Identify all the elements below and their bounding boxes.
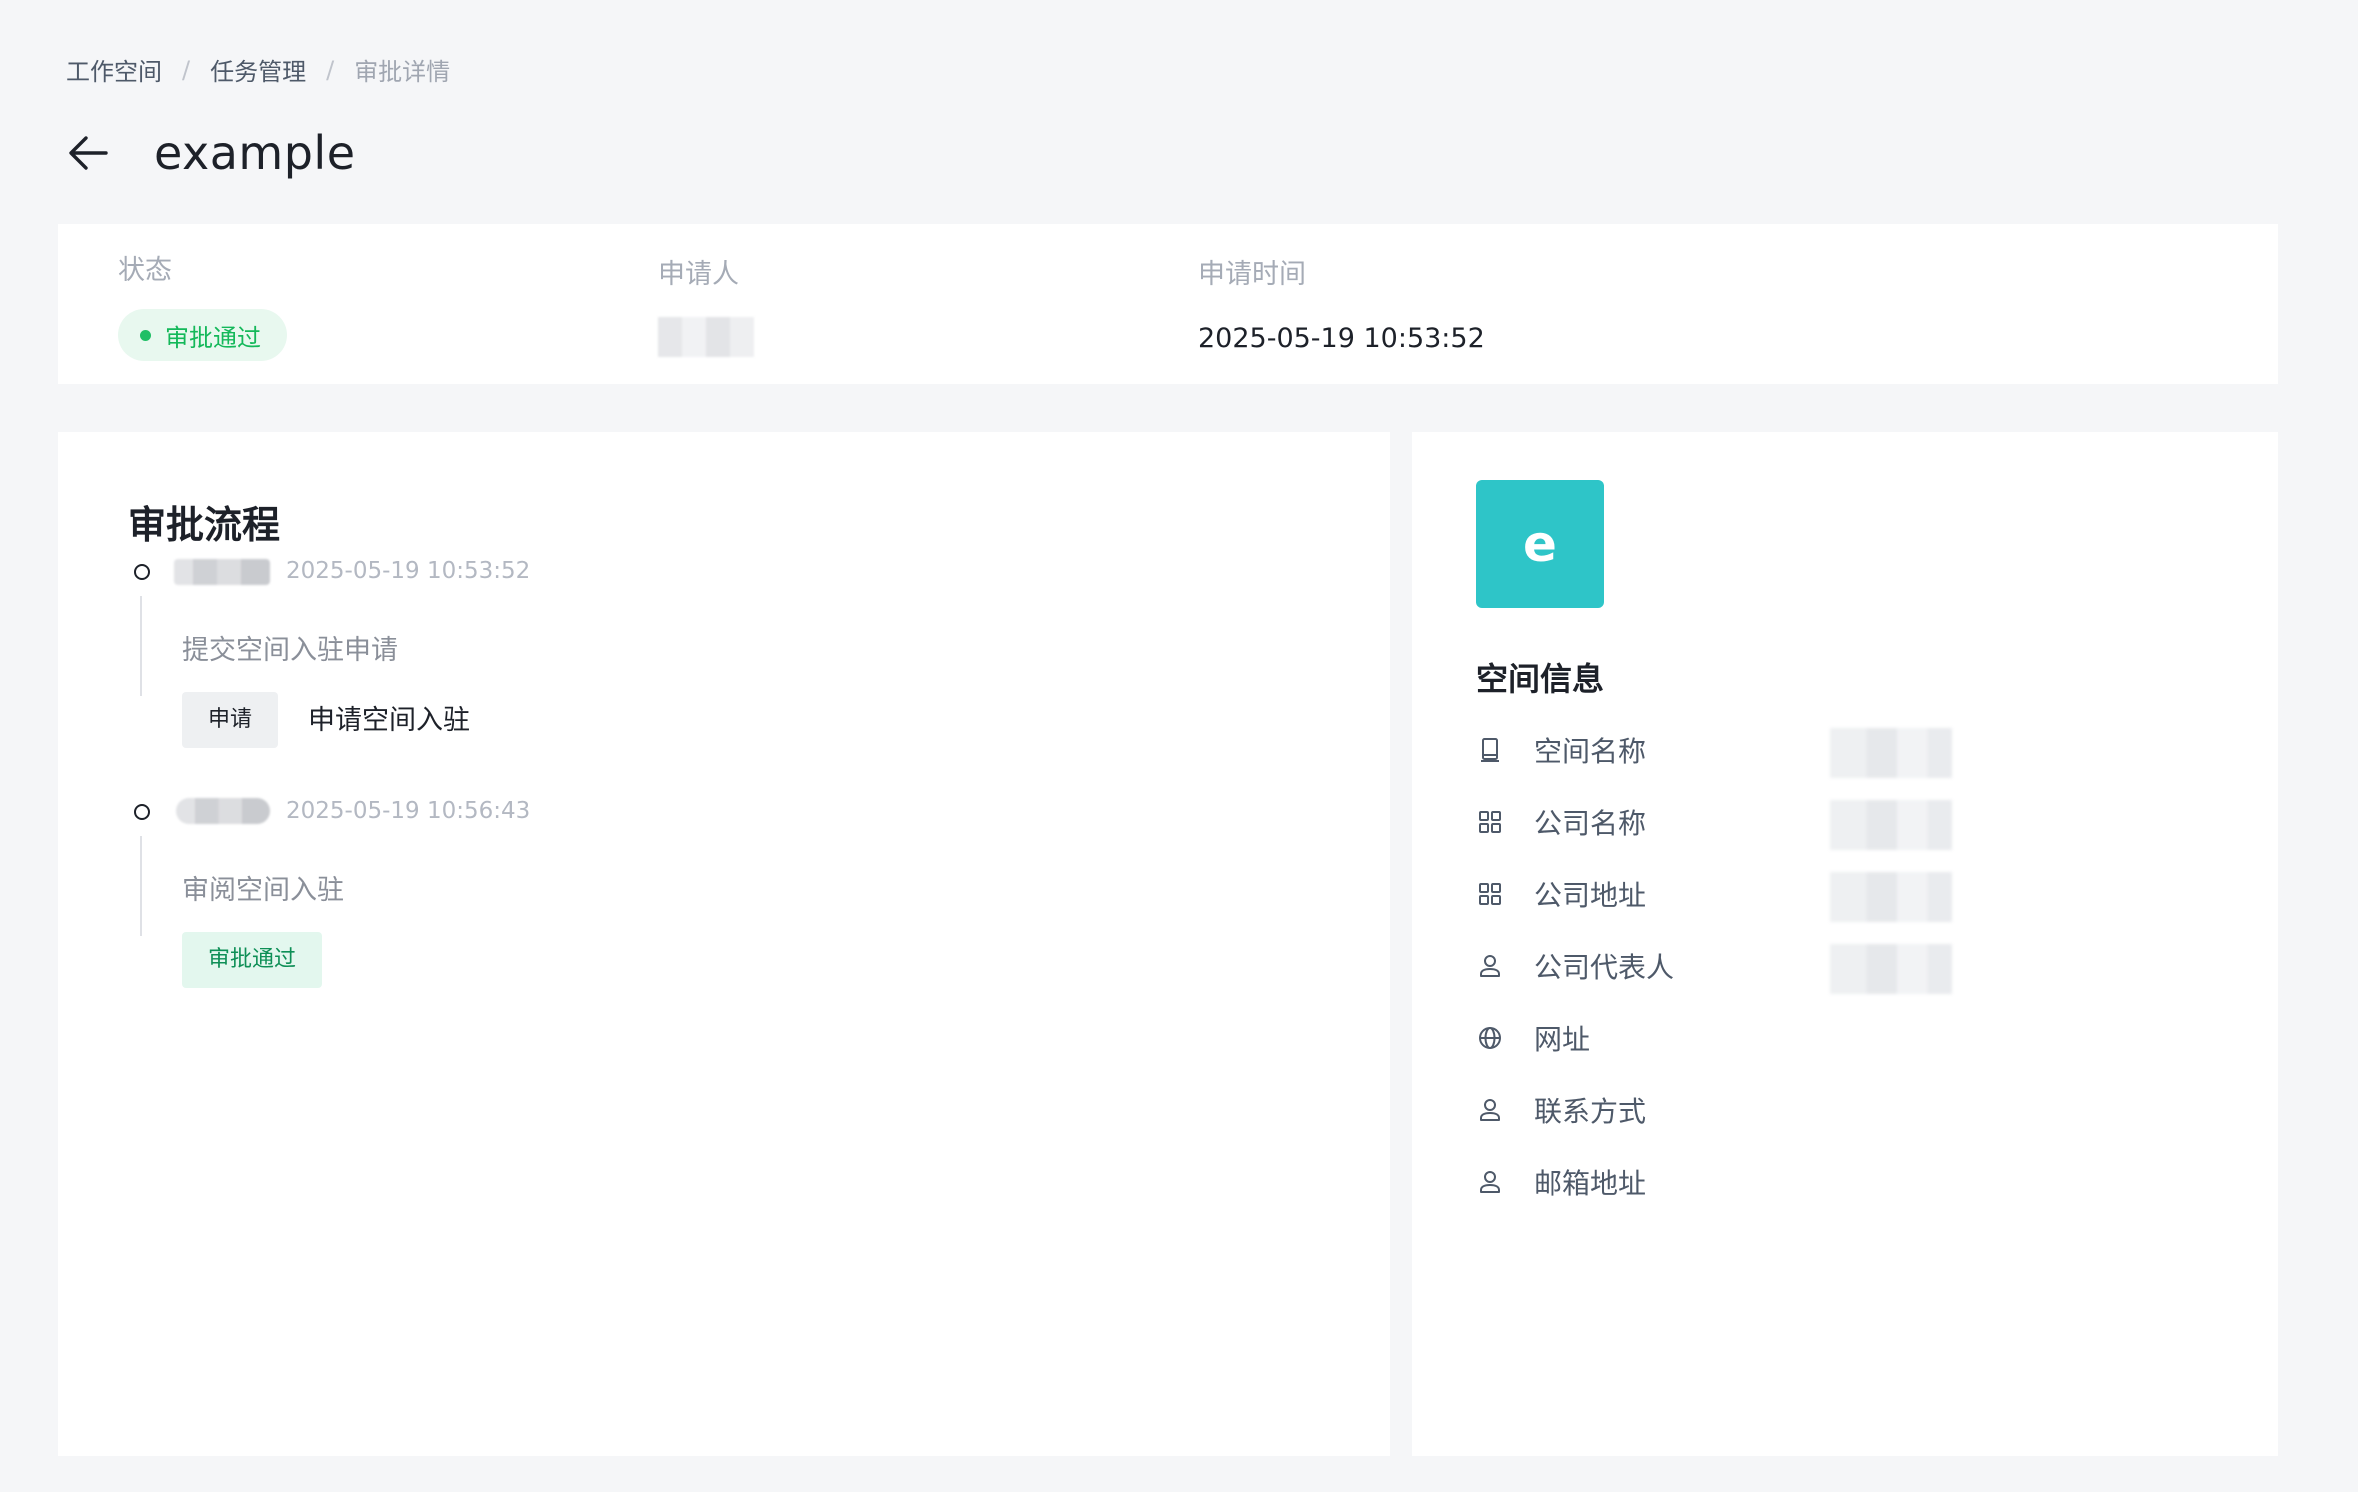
- info-label: 联系方式: [1534, 1095, 1647, 1128]
- timeline-user-redacted: [176, 798, 270, 824]
- timeline-connector: [140, 596, 142, 696]
- page-title: example: [154, 126, 356, 180]
- timeline-node-dot: [134, 804, 150, 820]
- applicant-label: 申请人: [658, 259, 739, 290]
- summary-panel: 状态 审批通过 申请人 申请时间 2025-05-19 10:53:52: [58, 224, 2278, 384]
- space-info-card: e 空间信息 空间名称 公司名称 公司地址 公司代表人 网址 联系方式 邮箱地址: [1412, 432, 2278, 1456]
- timeline-node-time: 2025-05-19 10:56:43: [286, 798, 531, 824]
- info-value-redacted: [1830, 728, 1952, 778]
- info-value-redacted: [1830, 800, 1952, 850]
- status-badge-text: 审批通过: [165, 323, 261, 352]
- timeline-node-time: 2025-05-19 10:53:52: [286, 558, 531, 584]
- user-icon: [1480, 955, 1500, 977]
- info-row-company-address: 公司地址: [1476, 874, 1646, 914]
- status-dot-icon: [140, 329, 151, 341]
- time-column: 申请时间 2025-05-19 10:53:52: [1198, 252, 1485, 354]
- info-label: 公司名称: [1534, 807, 1647, 840]
- info-row-email: 邮箱地址: [1476, 1162, 1646, 1202]
- apply-tag-text: 申请空间入驻: [308, 705, 470, 736]
- space-info-title: 空间信息: [1476, 660, 1605, 698]
- info-label: 邮箱地址: [1534, 1167, 1647, 1200]
- timeline-user-redacted: [174, 559, 270, 585]
- info-value-redacted: [1830, 872, 1952, 922]
- status-column: 状态 审批通过: [118, 248, 287, 361]
- apply-time-value: 2025-05-19 10:53:52: [1198, 323, 1485, 354]
- arrow-left-icon[interactable]: [64, 129, 112, 177]
- info-label: 网址: [1534, 1023, 1591, 1056]
- breadcrumb: 工作空间 / 任务管理 / 审批详情: [66, 52, 450, 87]
- user-icon: [1480, 1099, 1500, 1121]
- breadcrumb-item-current: 审批详情: [354, 58, 451, 86]
- info-row-contact: 联系方式: [1476, 1090, 1646, 1130]
- page-header: example: [64, 126, 356, 180]
- status-label: 状态: [118, 255, 172, 286]
- breadcrumb-separator: /: [182, 55, 191, 84]
- info-row-company-name: 公司名称: [1476, 802, 1646, 842]
- grid-icon: [1479, 883, 1501, 905]
- approval-flow-card: 审批流程 2025-05-19 10:53:52 提交空间入驻申请 申请 申请空…: [58, 432, 1390, 1456]
- breadcrumb-item-workspace[interactable]: 工作空间: [66, 52, 162, 87]
- approved-tag: 审批通过: [182, 932, 323, 988]
- apply-tag: 申请: [182, 692, 279, 748]
- breadcrumb-item-tasks[interactable]: 任务管理: [210, 52, 306, 87]
- breadcrumb-separator: /: [326, 55, 335, 84]
- applicant-name-redacted: [658, 317, 754, 357]
- flow-title: 审批流程: [128, 503, 281, 547]
- globe-icon: [1479, 1027, 1501, 1049]
- timeline-node-dot: [134, 564, 150, 580]
- info-row-company-rep: 公司代表人: [1476, 946, 1674, 986]
- info-label: 公司代表人: [1534, 951, 1675, 984]
- info-value-redacted: [1830, 944, 1952, 994]
- grid-icon: [1479, 811, 1501, 833]
- info-row-website: 网址: [1476, 1018, 1590, 1058]
- timeline-node-desc: 提交空间入驻申请: [182, 635, 398, 666]
- user-icon: [1480, 1171, 1500, 1193]
- space-avatar: e: [1476, 480, 1604, 608]
- applicant-column: 申请人: [658, 252, 754, 357]
- info-row-space-name: 空间名称: [1476, 730, 1646, 770]
- timeline-connector: [140, 836, 142, 936]
- info-label: 空间名称: [1534, 735, 1647, 768]
- apply-time-label: 申请时间: [1198, 259, 1306, 290]
- status-badge: 审批通过: [118, 309, 287, 361]
- info-label: 公司地址: [1534, 879, 1647, 912]
- timeline-node-desc: 审阅空间入驻: [182, 875, 344, 906]
- device-icon: [1481, 738, 1499, 762]
